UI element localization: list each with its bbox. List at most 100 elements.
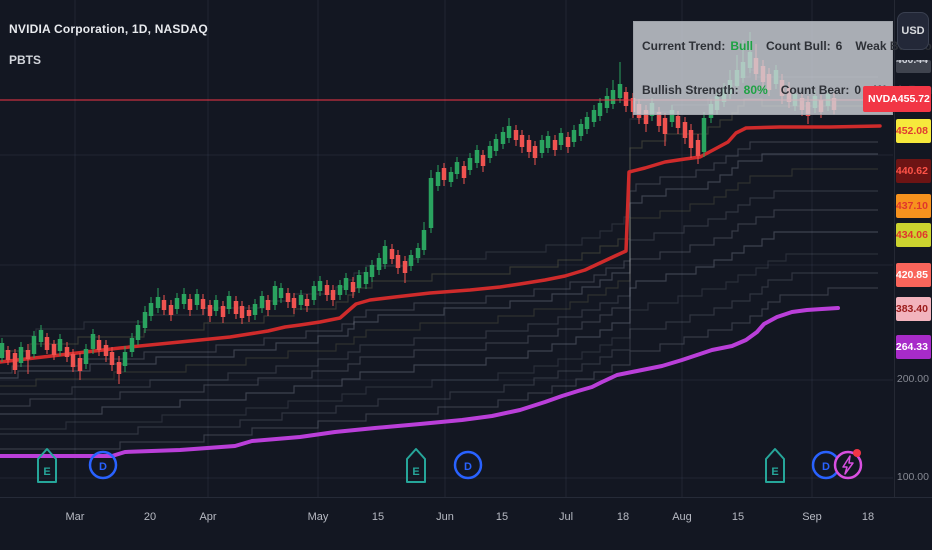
time-axis-tick: 15 [495, 511, 509, 523]
candlestick [662, 118, 668, 134]
candlestick [226, 296, 232, 309]
time-axis-tick: Mar [65, 511, 85, 523]
time-axis-tick: 18 [861, 511, 875, 523]
count-bear-value: 0 [854, 83, 862, 97]
candlestick [200, 299, 206, 309]
candlestick [64, 347, 70, 357]
current-trend-label: Current Trend: [642, 39, 726, 53]
indicator-price-label: 383.40 [896, 297, 931, 321]
candlestick [285, 293, 291, 302]
price-axis-tick: 100.00 [896, 471, 929, 483]
ma-ribbon-line [0, 209, 878, 407]
candlestick [695, 140, 701, 156]
svg-text:E: E [771, 466, 778, 478]
indicator-name-pbts[interactable]: PBTS [9, 53, 208, 67]
candlestick [77, 358, 83, 371]
candlestick [565, 137, 571, 147]
time-axis-tick: 20 [143, 511, 157, 523]
price-label-partial: 460.44 [896, 60, 931, 73]
svg-text:E: E [412, 466, 419, 478]
svg-text:D: D [464, 461, 472, 473]
bullish-strength-label: Bullish Strength: [642, 83, 739, 97]
candlestick [467, 158, 473, 170]
price-scale[interactable]: 460.44 NVDA455.72 452.08 440.62 437.10 434.06… [863, 0, 932, 497]
marker-earnings[interactable]: E [37, 448, 57, 483]
current-trend-value: Bull [730, 39, 754, 53]
candlestick [701, 118, 707, 152]
candlestick [675, 116, 681, 128]
candlestick [148, 303, 154, 316]
candlestick [194, 294, 200, 305]
indicator-price-label: 434.06 [896, 223, 931, 247]
candlestick [298, 295, 304, 305]
candlestick [174, 298, 180, 309]
marker-bolt[interactable] [833, 449, 863, 480]
count-bear-label: Count Bear: [780, 83, 850, 97]
candlestick [474, 150, 480, 163]
candlestick [272, 286, 278, 305]
bullish-strength-value: 80% [743, 83, 768, 97]
candlestick [90, 334, 96, 349]
svg-text:D: D [99, 461, 107, 473]
candlestick [57, 339, 63, 351]
symbol-title[interactable]: NVIDIA Corporation, 1D, NASDAQ [9, 22, 208, 36]
candlestick [96, 340, 102, 350]
candlestick [597, 103, 603, 116]
time-axis[interactable]: Mar 20 Apr May 15 Jun 15 Jul 18 Aug 15 Sep 18 [0, 497, 932, 550]
candlestick [500, 132, 506, 144]
time-axis-tick: Jul [558, 511, 574, 523]
count-bear-pair: Count Bear: 0 [781, 83, 861, 97]
candlestick [213, 300, 219, 311]
candlestick [435, 172, 441, 186]
candlestick [493, 139, 499, 151]
indicator-status-panel: Current Trend: Bull Count Bull: 6 Weak Bul… [633, 21, 932, 115]
candlestick [187, 299, 193, 310]
candlestick [584, 117, 590, 129]
candlestick [168, 305, 174, 315]
candlestick [233, 301, 239, 314]
candlestick [116, 362, 122, 374]
time-axis-tick: 15 [371, 511, 385, 523]
candlestick [181, 294, 187, 304]
chart-legend: NVIDIA Corporation, 1D, NASDAQ PBTS [9, 22, 208, 67]
candlestick [122, 352, 128, 366]
candlestick [539, 140, 545, 153]
symbol-ticker: NVDA [868, 93, 898, 105]
candlestick [356, 275, 362, 288]
candlestick [278, 288, 284, 298]
time-axis-tick: Sep [802, 511, 822, 523]
ma-ribbon-line [0, 98, 878, 352]
candlestick [246, 310, 252, 316]
marker-earnings[interactable]: E [406, 448, 426, 483]
time-axis-tick: 18 [616, 511, 630, 523]
candlestick [526, 140, 532, 152]
candlestick [304, 299, 310, 306]
candlestick [265, 300, 271, 310]
bullish-strength-pair: Bullish Strength: 80% [642, 83, 768, 97]
count-bull-pair: Count Bull: 6 [766, 39, 842, 53]
candlestick [337, 285, 343, 295]
candlestick [155, 297, 161, 308]
indicator-price-label: 420.85 [896, 263, 931, 287]
candlestick [571, 130, 577, 142]
candlestick [259, 296, 265, 308]
currency-toggle-button[interactable]: USD [897, 12, 929, 50]
candlestick [382, 246, 388, 264]
candlestick [31, 336, 37, 354]
time-axis-tick: Aug [672, 511, 692, 523]
candlestick [12, 353, 18, 370]
current-trend-pair: Current Trend: Bull [642, 39, 753, 53]
candlestick [324, 285, 330, 295]
candlestick [428, 178, 434, 228]
candlestick [480, 155, 486, 166]
candlestick [610, 90, 616, 104]
candlestick [623, 92, 629, 106]
marker-earnings[interactable]: E [765, 448, 785, 483]
candlestick [44, 337, 50, 350]
status-row-strength: Bullish Strength:80% Count Bear:0 Weak B… [642, 83, 932, 97]
marker-dividend[interactable]: D [453, 450, 483, 480]
candlestick [207, 305, 213, 316]
candlestick [389, 249, 395, 259]
candlestick [558, 133, 564, 145]
candlestick [70, 354, 76, 367]
